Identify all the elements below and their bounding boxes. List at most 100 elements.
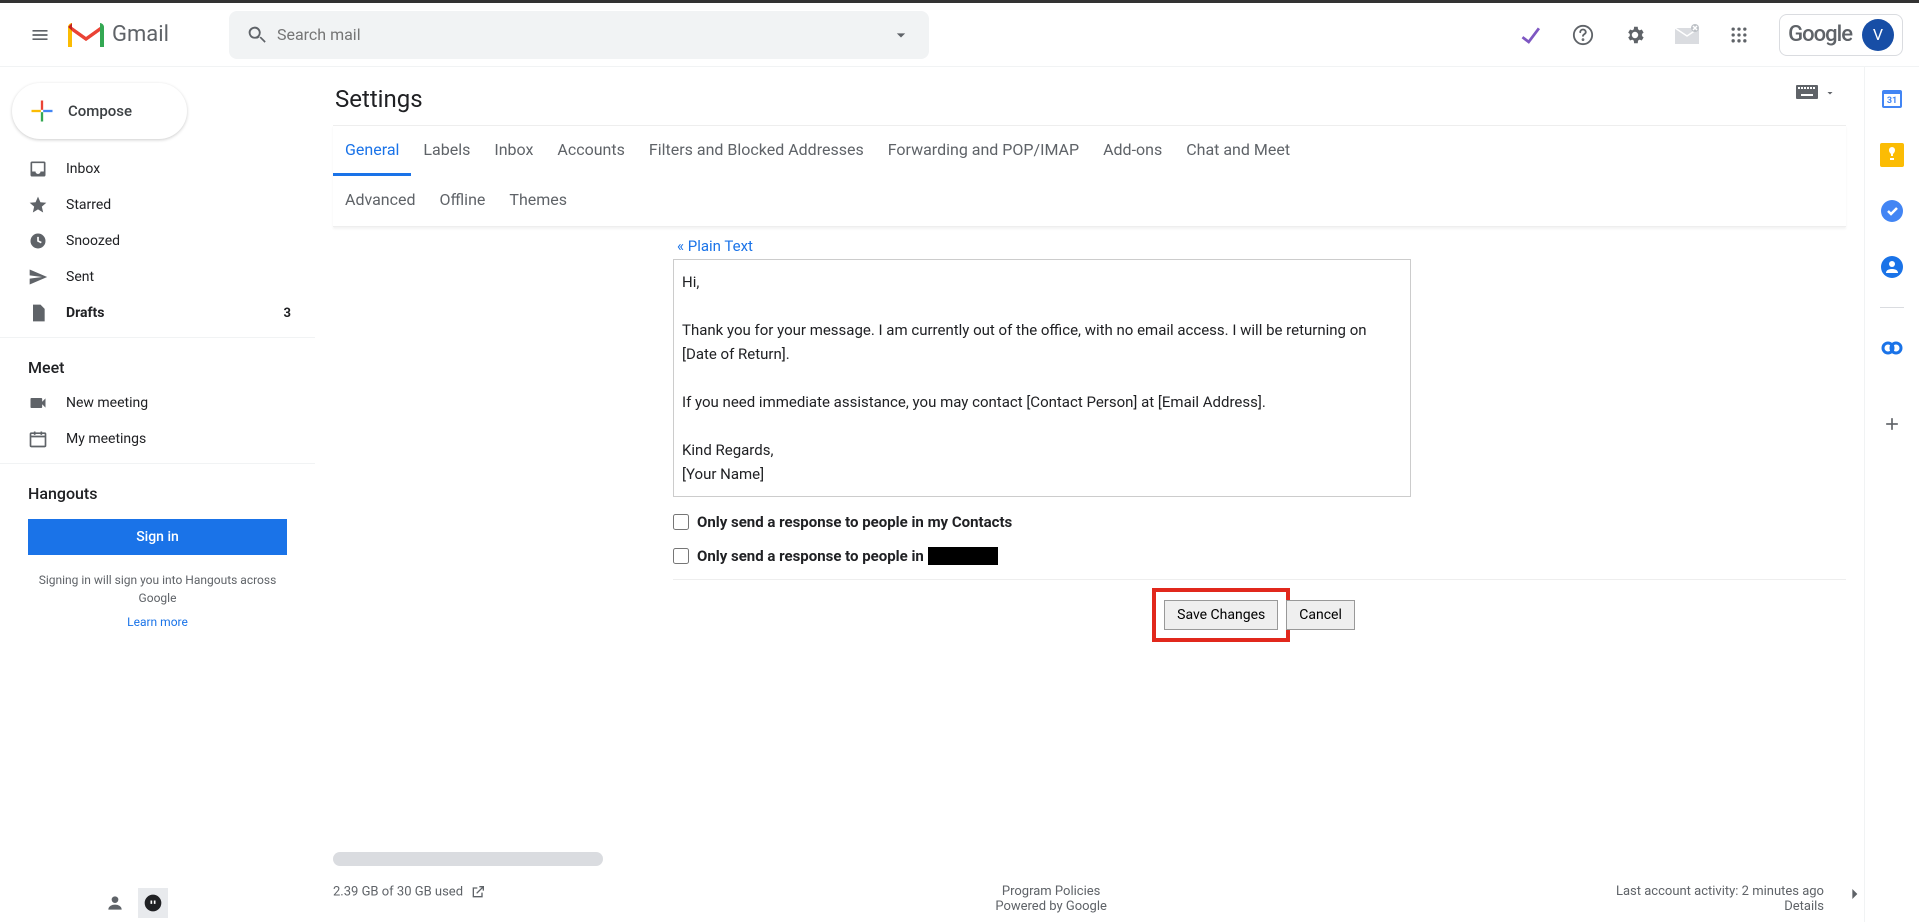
hangouts-chat-tab[interactable] bbox=[138, 888, 168, 918]
settings-content: « Plain Text Hi, Thank you for your mess… bbox=[333, 227, 1846, 630]
sidebar-item-snoozed[interactable]: Snoozed bbox=[0, 223, 315, 259]
learn-more-link[interactable]: Learn more bbox=[0, 615, 315, 629]
inbox-icon bbox=[28, 159, 48, 179]
tab-labels[interactable]: Labels bbox=[411, 126, 482, 176]
tab-chat[interactable]: Chat and Meet bbox=[1174, 126, 1302, 176]
contacts-addon[interactable] bbox=[1876, 251, 1908, 283]
apps-button[interactable] bbox=[1719, 15, 1759, 55]
save-button[interactable]: Save Changes bbox=[1164, 600, 1278, 630]
settings-button[interactable] bbox=[1615, 15, 1655, 55]
tab-accounts[interactable]: Accounts bbox=[545, 126, 636, 176]
apps-grid-icon bbox=[1729, 25, 1749, 45]
sidebar-item-drafts[interactable]: Drafts 3 bbox=[0, 295, 315, 331]
compose-button[interactable]: Compose bbox=[12, 83, 187, 139]
mail-offline-icon bbox=[1673, 24, 1701, 46]
help-icon bbox=[1572, 24, 1594, 46]
gmail-logo[interactable]: Gmail bbox=[68, 21, 169, 49]
tab-themes[interactable]: Themes bbox=[497, 176, 579, 226]
details-link[interactable]: Details bbox=[1784, 899, 1824, 914]
expand-side-panel[interactable] bbox=[1842, 882, 1866, 906]
tab-addons[interactable]: Add-ons bbox=[1091, 126, 1174, 176]
tab-forwarding[interactable]: Forwarding and POP/IMAP bbox=[876, 126, 1091, 176]
storage-text: 2.39 GB of 30 GB used bbox=[333, 884, 463, 899]
input-tools[interactable] bbox=[1796, 85, 1836, 101]
search-input[interactable] bbox=[277, 25, 881, 44]
hangouts-tabs bbox=[100, 888, 168, 918]
powered-by: Powered by Google bbox=[995, 899, 1107, 914]
keyboard-icon bbox=[1796, 85, 1818, 101]
plus-icon bbox=[1882, 414, 1902, 434]
action-buttons: Save Changes Cancel bbox=[673, 579, 1846, 630]
only-org-row: Only send a response to people in bbox=[673, 547, 1846, 565]
hangouts-person-tab[interactable] bbox=[100, 888, 130, 918]
chevron-down-icon bbox=[891, 25, 911, 45]
search-options-button[interactable] bbox=[881, 25, 921, 45]
file-icon bbox=[28, 303, 48, 323]
plus-icon bbox=[28, 97, 56, 125]
hangouts-header: Hangouts bbox=[0, 470, 315, 511]
nav-label: New meeting bbox=[66, 395, 148, 411]
plain-text-link[interactable]: « Plain Text bbox=[677, 237, 1846, 255]
clock-icon bbox=[28, 231, 48, 251]
redacted-org-name bbox=[928, 547, 998, 565]
google-label: Google bbox=[1788, 22, 1852, 47]
nav-label: My meetings bbox=[66, 431, 146, 447]
nav-label: Sent bbox=[66, 269, 94, 285]
program-policies-link[interactable]: Program Policies bbox=[1002, 884, 1100, 899]
star-icon bbox=[28, 195, 48, 215]
open-in-new-icon[interactable] bbox=[470, 884, 486, 900]
tab-advanced[interactable]: Advanced bbox=[333, 176, 428, 226]
nav-label: Drafts bbox=[66, 305, 104, 321]
search-icon[interactable] bbox=[237, 24, 277, 46]
calendar-addon[interactable]: 31 bbox=[1876, 83, 1908, 115]
send-icon bbox=[28, 267, 48, 287]
side-panel: 31 bbox=[1864, 67, 1919, 922]
account-activity: Last account activity: 2 minutes ago Det… bbox=[1616, 884, 1824, 914]
horizontal-scrollbar[interactable] bbox=[333, 852, 1824, 866]
only-contacts-row: Only send a response to people in my Con… bbox=[673, 513, 1846, 531]
app-name: Gmail bbox=[112, 22, 169, 47]
support-button[interactable] bbox=[1563, 15, 1603, 55]
app-header: Gmail Google V bbox=[0, 3, 1919, 67]
authy-addon[interactable] bbox=[1876, 332, 1908, 364]
scroll-thumb[interactable] bbox=[333, 852, 603, 866]
nav-label: Inbox bbox=[66, 161, 100, 177]
video-icon bbox=[28, 393, 48, 413]
signin-button[interactable]: Sign in bbox=[28, 519, 287, 555]
tasks-icon[interactable] bbox=[1511, 15, 1551, 55]
sidebar-item-inbox[interactable]: Inbox bbox=[0, 151, 315, 187]
cancel-button[interactable]: Cancel bbox=[1286, 600, 1355, 630]
svg-text:31: 31 bbox=[1887, 96, 1897, 106]
vacation-responder-body[interactable]: Hi, Thank you for your message. I am cur… bbox=[673, 259, 1411, 497]
sidebar-item-my-meetings[interactable]: My meetings bbox=[0, 421, 315, 457]
divider bbox=[0, 337, 315, 338]
chevron-down-icon bbox=[1824, 87, 1836, 99]
only-org-checkbox[interactable] bbox=[673, 548, 689, 564]
compose-label: Compose bbox=[68, 102, 132, 120]
tab-offline[interactable]: Offline bbox=[428, 176, 498, 226]
header-actions: Google V bbox=[1511, 14, 1903, 56]
main-menu-button[interactable] bbox=[16, 11, 64, 59]
page-title: Settings bbox=[335, 85, 1846, 113]
footer: 2.39 GB of 30 GB used Program Policies P… bbox=[333, 884, 1824, 914]
only-contacts-checkbox[interactable] bbox=[673, 514, 689, 530]
account-box[interactable]: Google V bbox=[1779, 14, 1903, 56]
tab-general[interactable]: General bbox=[333, 126, 411, 176]
offline-indicator bbox=[1667, 15, 1707, 55]
search-bar[interactable] bbox=[229, 11, 929, 59]
tab-inbox[interactable]: Inbox bbox=[482, 126, 545, 176]
sidebar-item-new-meeting[interactable]: New meeting bbox=[0, 385, 315, 421]
chevron-right-icon bbox=[1844, 884, 1864, 904]
tab-filters[interactable]: Filters and Blocked Addresses bbox=[637, 126, 876, 176]
main-content: Settings General Labels Inbox Accounts F… bbox=[315, 67, 1864, 922]
signin-description: Signing in will sign you into Hangouts a… bbox=[0, 563, 315, 615]
meet-header: Meet bbox=[0, 344, 315, 385]
divider bbox=[0, 463, 315, 464]
sidebar-item-starred[interactable]: Starred bbox=[0, 187, 315, 223]
sidebar-item-sent[interactable]: Sent bbox=[0, 259, 315, 295]
get-addons[interactable] bbox=[1876, 408, 1908, 440]
divider bbox=[1880, 307, 1904, 308]
tasks-addon[interactable] bbox=[1876, 195, 1908, 227]
keep-addon[interactable] bbox=[1876, 139, 1908, 171]
account-avatar[interactable]: V bbox=[1862, 19, 1894, 51]
